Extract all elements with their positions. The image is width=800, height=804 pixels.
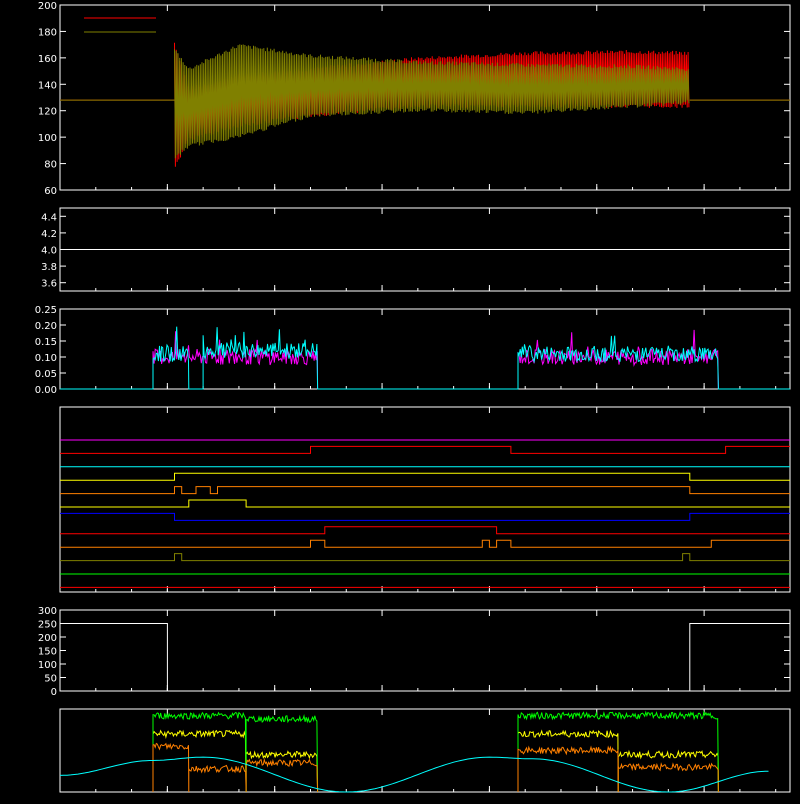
y-tick-label: 80 xyxy=(44,160,57,171)
modulation-series-0 xyxy=(60,326,790,390)
flag-line-9 xyxy=(60,553,790,562)
panel-frame-3 xyxy=(59,308,791,390)
y-tick-label: 200 xyxy=(38,633,57,644)
y-tick-label: 0.00 xyxy=(35,385,57,396)
y-tick-label: 0.10 xyxy=(35,353,57,364)
flag-line-4 xyxy=(60,486,790,495)
flag-line-8 xyxy=(60,539,790,548)
goes-summary-plot: 60 80 100 120 140 160 180 200 3.6 3.8 4.0 4.2 4.4 0.0… xyxy=(0,0,800,800)
y-tick-label: 4.2 xyxy=(41,229,57,240)
flag-line-5 xyxy=(60,499,790,508)
y-tick-label: 3.8 xyxy=(41,262,57,273)
flag-line-3 xyxy=(60,472,790,481)
y-tick-label: 0.20 xyxy=(35,321,57,332)
y-tick-label: 0.15 xyxy=(35,337,57,348)
y-tick-label: 150 xyxy=(38,647,57,658)
y-tick-label: 60 xyxy=(44,186,57,197)
y-tick-label: 100 xyxy=(38,660,57,671)
y-tick-label: 0.05 xyxy=(35,369,57,380)
y-tick-label: 200 xyxy=(38,1,57,12)
y-tick-label: 50 xyxy=(44,674,57,685)
ratio-series-0 xyxy=(152,729,719,793)
flag-line-6 xyxy=(60,512,790,521)
y-tick-label: 4.0 xyxy=(41,246,57,257)
y-tick-label: 3.6 xyxy=(41,279,57,290)
flag-line-1 xyxy=(60,445,790,454)
y-tick-label: 180 xyxy=(38,27,57,38)
y-tick-label: 0 xyxy=(51,687,57,698)
panel-frame-6 xyxy=(59,708,791,793)
y-tick-label: 140 xyxy=(38,80,57,91)
plot-canvas: 60 80 100 120 140 160 180 200 3.6 3.8 4.0 4.2 4.4 0.0… xyxy=(35,1,791,793)
y-tick-label: 4.4 xyxy=(41,212,57,223)
panel-frame-4 xyxy=(59,406,791,593)
flag-line-7 xyxy=(60,526,790,535)
y-tick-label: 0.25 xyxy=(35,305,57,316)
y-tick-label: 120 xyxy=(38,107,57,118)
quality-line xyxy=(60,623,790,692)
pointing-series-y xyxy=(174,44,690,159)
y-tick-label: 300 xyxy=(38,606,57,617)
y-tick-label: 250 xyxy=(38,620,57,631)
ratio-series-1 xyxy=(152,710,719,793)
y-tick-label: 160 xyxy=(38,54,57,65)
y-tick-label: 100 xyxy=(38,133,57,144)
panel-frame-5 xyxy=(59,609,791,692)
ratio-series-3 xyxy=(59,756,769,793)
